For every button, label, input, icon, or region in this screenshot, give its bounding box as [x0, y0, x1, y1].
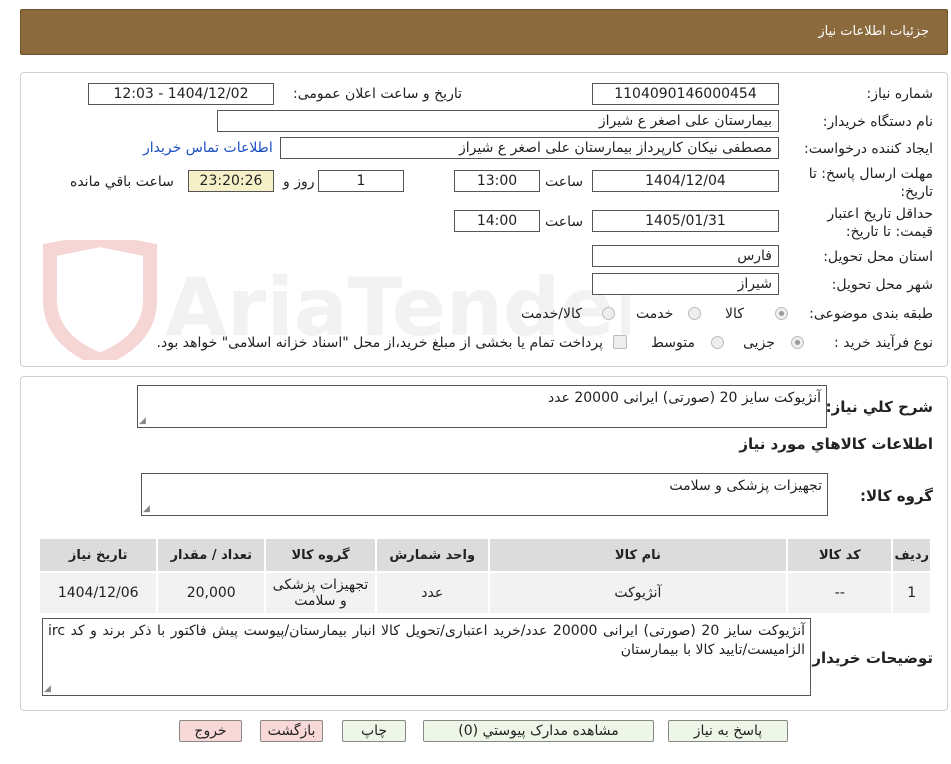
cell-row-number: 1 — [891, 571, 932, 615]
cell-code: -- — [786, 571, 894, 615]
validity-date-field: 1405/01/31 — [592, 210, 779, 232]
remaining-label: ساعت باقي مانده — [70, 174, 174, 190]
validity-time-field: 14:00 — [454, 210, 540, 232]
need-number-label: شماره نیاز: — [866, 86, 934, 102]
view-attachments-button[interactable]: مشاهده مدارک پیوستي (0) — [423, 720, 654, 742]
buyer-contact-link[interactable]: اطلاعات تماس خریدار — [143, 140, 273, 156]
deadline-label: مهلت ارسال پاسخ: تا تاریخ: — [808, 166, 933, 200]
announce-field: 1404/12/02 - 12:03 — [88, 83, 274, 105]
cell-unit: عدد — [374, 571, 490, 615]
col-header-row-number: ردیف — [891, 537, 932, 573]
page-title: جزئیات اطلاعات نیاز — [818, 24, 929, 39]
general-desc-textarea[interactable]: آنژیوکت سایز 20 (صورتی) ایرانی 20000 عدد — [137, 385, 827, 428]
requester-field: مصطفی نیکان کارپرداز بیمارستان علی اصغر … — [280, 137, 779, 159]
remaining-time-field: 23:20:26 — [188, 170, 274, 192]
deadline-date-field: 1404/12/04 — [592, 170, 779, 192]
exit-button[interactable]: خروج — [179, 720, 242, 742]
purchase-option-medium: متوسط — [651, 335, 695, 351]
days-label: روز و — [283, 174, 315, 190]
cell-group: تجهیزات پزشکی و سلامت — [264, 571, 377, 615]
province-field: فارس — [592, 245, 779, 267]
city-label: شهر محل تحویل: — [831, 277, 933, 293]
buyer-notes-label: توضیحات خریدار: — [806, 649, 933, 667]
resize-grip-icon[interactable]: ◢ — [139, 417, 147, 426]
purchase-radio-small[interactable] — [791, 336, 804, 349]
buyer-notes-textarea[interactable]: آنژیوکت سایز 20 (صورتی) ایرانی 20000 عدد… — [42, 618, 811, 696]
province-label: استان محل تحویل: — [823, 249, 933, 265]
cell-need-date: 1404/12/06 — [37, 571, 159, 615]
purchase-type-label: نوع فرآیند خرید : — [834, 335, 933, 351]
days-field: 1 — [318, 170, 404, 192]
goods-table: ردیف کد کالا نام کالا واحد شمارش گروه کا… — [37, 537, 932, 615]
resize-grip-icon[interactable]: ◢ — [143, 505, 151, 514]
announce-label: تاریخ و ساعت اعلان عمومی: — [293, 86, 462, 102]
category-label: طبقه بندی موضوعی: — [809, 306, 933, 322]
deadline-time-field: 13:00 — [454, 170, 540, 192]
treasury-checkbox[interactable] — [613, 335, 627, 349]
col-header-need-date: تاریخ نیاز — [37, 537, 159, 573]
city-field: شیراز — [592, 273, 779, 295]
purchase-option-small: جزیی — [743, 335, 775, 351]
treasury-payment-note: پرداخت تمام یا بخشی از مبلغ خرید،از محل … — [156, 335, 603, 351]
need-number-field: 1104090146000454 — [592, 83, 779, 105]
category-option-goods: کالا — [725, 306, 744, 322]
print-button[interactable]: چاپ — [342, 720, 406, 742]
general-desc-label: شرح کلي نیاز: — [825, 398, 933, 416]
goods-info-title: اطلاعات کالاهاي مورد نیاز — [739, 435, 933, 453]
requester-label: ایجاد کننده درخواست: — [804, 141, 933, 157]
page-header: جزئیات اطلاعات نیاز — [20, 9, 948, 55]
back-button[interactable]: بازگشت — [260, 720, 323, 742]
reply-button[interactable]: پاسخ به نیاز — [668, 720, 788, 742]
col-header-code: کد کالا — [786, 537, 894, 573]
col-header-unit: واحد شمارش — [374, 537, 490, 573]
category-radio-goods[interactable] — [775, 307, 788, 320]
cell-name: آنژیوکت — [487, 571, 789, 615]
buyer-org-label: نام دستگاه خریدار: — [822, 114, 933, 130]
buyer-org-field: بیمارستان علی اصغر ع شیراز — [217, 110, 779, 132]
goods-group-label: گروه کالا: — [860, 487, 933, 505]
category-option-service: خدمت — [636, 306, 674, 322]
category-radio-goods-service[interactable] — [602, 307, 615, 320]
purchase-radio-medium[interactable] — [711, 336, 724, 349]
cell-quantity: 20,000 — [156, 571, 267, 615]
validity-time-label: ساعت — [545, 214, 584, 230]
validity-label: حداقل تاریخ اعتبار قیمت: تا تاریخ: — [827, 206, 933, 240]
table-row: 1 -- آنژیوکت عدد تجهیزات پزشکی و سلامت 2… — [37, 571, 932, 615]
goods-group-textarea[interactable]: تجهیزات پزشکی و سلامت — [141, 473, 828, 516]
resize-grip-icon[interactable]: ◢ — [44, 685, 52, 694]
category-radio-service[interactable] — [688, 307, 701, 320]
table-header-row: ردیف کد کالا نام کالا واحد شمارش گروه کا… — [37, 537, 932, 573]
col-header-group: گروه کالا — [264, 537, 377, 573]
col-header-quantity: تعداد / مقدار — [156, 537, 267, 573]
col-header-name: نام کالا — [487, 537, 789, 573]
category-option-goods-service: کالا/خدمت — [521, 306, 582, 322]
deadline-time-label: ساعت — [545, 174, 584, 190]
